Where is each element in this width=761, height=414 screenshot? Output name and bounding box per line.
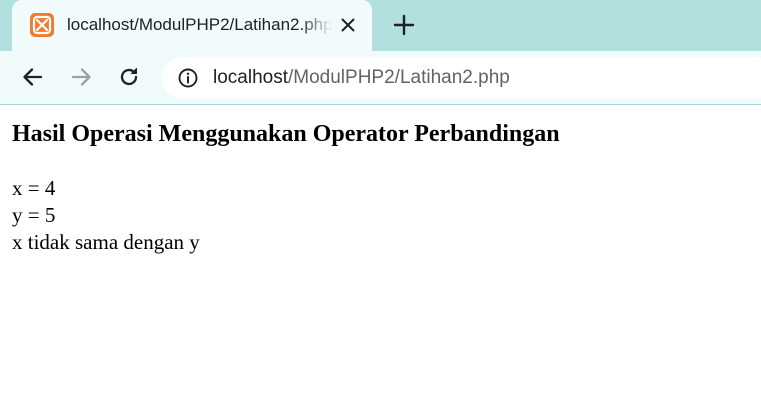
- page-content: Hasil Operasi Menggunakan Operator Perba…: [12, 105, 752, 256]
- output-line-result: x tidak sama dengan y: [12, 230, 200, 254]
- url-text[interactable]: localhost/ModulPHP2/Latihan2.php: [213, 66, 510, 90]
- close-icon[interactable]: [336, 13, 360, 37]
- info-icon[interactable]: [177, 67, 199, 89]
- output-line-x: x = 4: [12, 176, 56, 200]
- url-host: localhost: [213, 67, 288, 88]
- tab-title: localhost/ModulPHP2/Latihan2.php: [67, 15, 332, 34]
- url-path: /ModulPHP2/Latihan2.php: [288, 67, 510, 88]
- arrow-left-icon[interactable]: [20, 64, 46, 90]
- plus-icon[interactable]: [391, 12, 417, 38]
- page-heading: Hasil Operasi Menggunakan Operator Perba…: [12, 121, 560, 147]
- reload-icon[interactable]: [116, 64, 142, 90]
- xampp-favicon-icon: [30, 13, 54, 37]
- arrow-right-icon[interactable]: [68, 64, 94, 90]
- output-lines: x = 4 y = 5 x tidak sama dengan y: [12, 175, 752, 256]
- output-line-y: y = 5: [12, 203, 56, 227]
- address-bar[interactable]: localhost/ModulPHP2/Latihan2.php: [162, 57, 761, 99]
- browser-toolbar: localhost/ModulPHP2/Latihan2.php: [0, 51, 761, 105]
- browser-tab[interactable]: localhost/ModulPHP2/Latihan2.php: [12, 0, 372, 51]
- tab-strip: localhost/ModulPHP2/Latihan2.php: [0, 0, 761, 51]
